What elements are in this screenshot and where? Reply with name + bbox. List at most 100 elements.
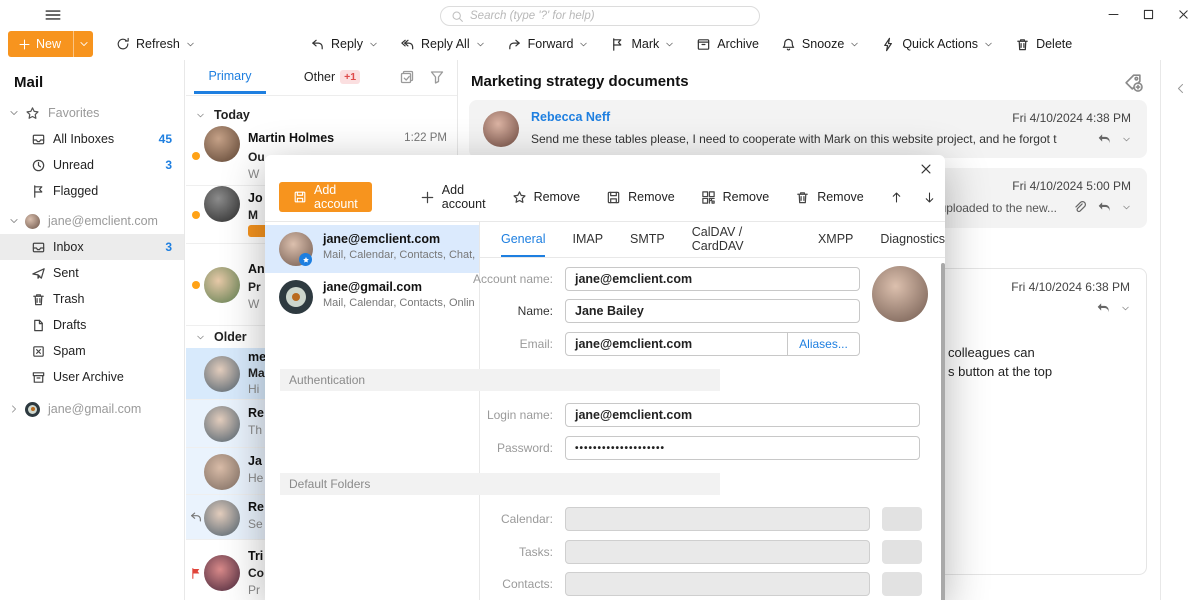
account-name-input[interactable]: jane@emclient.com: [565, 267, 860, 291]
conversation-title: Marketing strategy documents: [471, 73, 689, 90]
chevron-down-icon[interactable]: [1122, 135, 1131, 144]
plus-icon: [420, 190, 435, 205]
sidebar-item-drafts[interactable]: Drafts: [0, 312, 184, 338]
add-tag-icon[interactable]: [1123, 72, 1143, 92]
attachment-icon: [1072, 200, 1087, 215]
other-count-badge: +1: [340, 70, 360, 84]
message-card-collapsed[interactable]: Rebecca Neff Fri 4/10/2024 4:38 PM Send …: [469, 100, 1147, 158]
sidebar-item-user-archive[interactable]: User Archive: [0, 364, 184, 390]
avatar: [204, 267, 240, 303]
dialog-scrollbar[interactable]: [941, 263, 945, 600]
bell-icon: [781, 37, 796, 52]
tab-xmpp[interactable]: XMPP: [818, 222, 853, 257]
save-icon: [606, 190, 621, 205]
filter-icon[interactable]: [429, 69, 445, 85]
tab-primary[interactable]: Primary: [194, 60, 266, 94]
sidebar-item-unread[interactable]: Unread 3: [0, 152, 184, 178]
tab-general[interactable]: General: [501, 222, 545, 257]
login-name-input[interactable]: jane@emclient.com: [565, 403, 920, 427]
unread-dot: [192, 281, 200, 289]
chevron-right-icon[interactable]: [9, 404, 19, 414]
reply-button[interactable]: Reply: [310, 37, 378, 52]
page-icon: [31, 318, 46, 333]
tasks-folder-input: [565, 540, 870, 564]
chevron-down-icon: [984, 40, 993, 49]
add-account-button[interactable]: Add account: [420, 183, 486, 211]
chevron-down-icon[interactable]: [1122, 203, 1131, 212]
sidebar-item-flagged[interactable]: Flagged: [0, 178, 184, 204]
chevron-down-icon: [79, 39, 89, 49]
sidebar-item-account-emclient[interactable]: jane@emclient.com: [0, 208, 184, 234]
forward-button[interactable]: Forward: [507, 37, 589, 52]
chevron-down-icon[interactable]: [1121, 304, 1130, 313]
paper-plane-icon: [31, 266, 46, 281]
name-input[interactable]: Jane Bailey: [565, 299, 860, 323]
delete-button[interactable]: Delete: [1015, 37, 1072, 52]
remove-button[interactable]: Remove: [701, 190, 770, 205]
tab-imap[interactable]: IMAP: [572, 222, 603, 257]
reply-icon[interactable]: [1096, 301, 1111, 316]
tab-caldav-carddav[interactable]: CalDAV / CardDAV: [692, 222, 791, 257]
avatar: [204, 406, 240, 442]
avatar: [204, 555, 240, 591]
sidebar-item-spam[interactable]: Spam: [0, 338, 184, 364]
trash-icon: [31, 292, 46, 307]
remove-button[interactable]: Remove: [795, 190, 864, 205]
unread-count: 45: [159, 132, 172, 146]
remove-button[interactable]: Remove: [606, 190, 675, 205]
new-dropdown-button[interactable]: [73, 31, 93, 57]
message-preview: uploaded to the new...: [940, 201, 1057, 215]
group-header-today[interactable]: Today: [186, 104, 457, 126]
add-account-primary-button[interactable]: Add account: [279, 182, 372, 212]
collapse-panel-icon[interactable]: [1174, 82, 1187, 95]
message-body: colleagues can s button at the top: [948, 343, 1052, 381]
gmail-avatar: [279, 280, 313, 314]
remove-favorite-button[interactable]: Remove: [512, 190, 581, 205]
sidebar-item-sent[interactable]: Sent: [0, 260, 184, 286]
search-input[interactable]: Search (type '?' for help): [440, 6, 760, 26]
maximize-button[interactable]: [1142, 8, 1155, 21]
tasks-browse-button[interactable]: [882, 540, 922, 564]
sidebar-item-favorites[interactable]: Favorites: [0, 100, 184, 126]
sidebar-item-inbox[interactable]: Inbox 3: [0, 234, 184, 260]
snooze-button[interactable]: Snooze: [781, 37, 859, 52]
select-all-icon[interactable]: [399, 69, 415, 85]
move-up-icon[interactable]: [890, 191, 903, 204]
reply-icon[interactable]: [1097, 132, 1112, 147]
close-dialog-icon[interactable]: [919, 162, 933, 176]
chevron-down-icon[interactable]: [9, 216, 19, 226]
account-photo[interactable]: [872, 266, 928, 322]
contacts-browse-button[interactable]: [882, 572, 922, 596]
sender-link[interactable]: Rebecca Neff: [531, 110, 610, 124]
quick-actions-button[interactable]: Quick Actions: [881, 37, 993, 52]
minimize-button[interactable]: [1107, 8, 1120, 21]
new-button[interactable]: New: [8, 31, 93, 57]
account-row-emclient[interactable]: jane@emclient.com Mail, Calendar, Contac…: [265, 225, 479, 273]
avatar: [204, 126, 240, 162]
move-down-icon[interactable]: [923, 191, 936, 204]
aliases-button[interactable]: Aliases...: [787, 333, 859, 355]
message-actions: Reply Reply All Forward Mark Archive Sno…: [310, 31, 1072, 57]
refresh-button[interactable]: Refresh: [116, 31, 195, 57]
calendar-browse-button[interactable]: [882, 507, 922, 531]
email-input[interactable]: jane@emclient.com: [566, 337, 787, 351]
flag-icon: [610, 37, 625, 52]
message-date: Fri 4/10/2024 4:38 PM: [1012, 111, 1131, 125]
chevron-down-icon: [579, 40, 588, 49]
archive-button[interactable]: Archive: [696, 37, 759, 52]
window-controls: [1107, 0, 1190, 28]
close-window-button[interactable]: [1177, 8, 1190, 21]
sidebar-item-all-inboxes[interactable]: All Inboxes 45: [0, 126, 184, 152]
chevron-down-icon[interactable]: [9, 108, 19, 118]
reply-icon[interactable]: [1097, 200, 1112, 215]
password-input[interactable]: ••••••••••••••••••••: [565, 436, 920, 460]
contacts-folder-input: [565, 572, 870, 596]
mark-button[interactable]: Mark: [610, 37, 674, 52]
menu-icon[interactable]: [44, 6, 62, 24]
tab-smtp[interactable]: SMTP: [630, 222, 665, 257]
tab-diagnostics[interactable]: Diagnostics: [880, 222, 945, 257]
reply-all-button[interactable]: Reply All: [400, 37, 485, 52]
tab-other[interactable]: Other+1: [296, 60, 368, 94]
sidebar-item-trash[interactable]: Trash: [0, 286, 184, 312]
sidebar-item-account-gmail[interactable]: jane@gmail.com: [0, 396, 184, 422]
